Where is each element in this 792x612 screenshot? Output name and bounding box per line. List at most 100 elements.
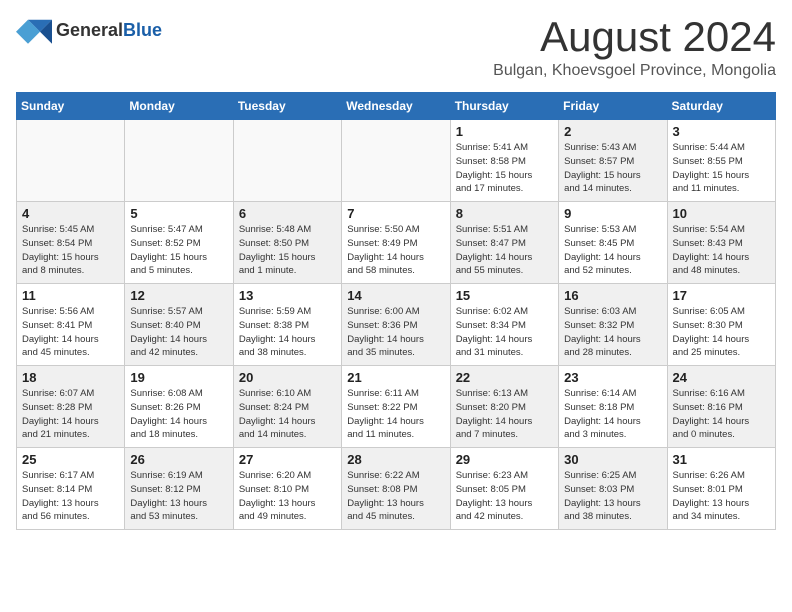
day-info: Sunrise: 6:23 AM Sunset: 8:05 PM Dayligh… <box>456 469 553 524</box>
day-info: Sunrise: 6:22 AM Sunset: 8:08 PM Dayligh… <box>347 469 444 524</box>
logo-text-general: General <box>56 20 123 41</box>
weekday-header-cell: Monday <box>125 93 233 120</box>
day-info: Sunrise: 5:51 AM Sunset: 8:47 PM Dayligh… <box>456 223 553 278</box>
calendar-day-cell: 29 Sunrise: 6:23 AM Sunset: 8:05 PM Dayli… <box>450 448 558 530</box>
calendar-day-cell: 4Sunrise: 5:45 AM Sunset: 8:54 PM Daylig… <box>17 202 125 284</box>
day-number: 31 <box>673 452 770 467</box>
calendar-day-cell: 1 Sunrise: 5:41 AM Sunset: 8:58 PM Daylig… <box>450 120 558 202</box>
calendar-day-cell: 12Sunrise: 5:57 AM Sunset: 8:40 PM Dayli… <box>125 284 233 366</box>
calendar-day-cell: 22 Sunrise: 6:13 AM Sunset: 8:20 PM Dayli… <box>450 366 558 448</box>
day-info: Sunrise: 5:56 AM Sunset: 8:41 PM Dayligh… <box>22 305 119 360</box>
day-info: Sunrise: 6:16 AM Sunset: 8:16 PM Dayligh… <box>673 387 770 442</box>
day-info: Sunrise: 5:48 AM Sunset: 8:50 PM Dayligh… <box>239 223 336 278</box>
day-number: 28 <box>347 452 444 467</box>
logo: General Blue <box>16 16 162 44</box>
day-info: Sunrise: 6:26 AM Sunset: 8:01 PM Dayligh… <box>673 469 770 524</box>
day-info: Sunrise: 6:02 AM Sunset: 8:34 PM Dayligh… <box>456 305 553 360</box>
day-info: Sunrise: 6:14 AM Sunset: 8:18 PM Dayligh… <box>564 387 661 442</box>
calendar-day-cell: 21 Sunrise: 6:11 AM Sunset: 8:22 PM Dayli… <box>342 366 450 448</box>
day-info: Sunrise: 6:03 AM Sunset: 8:32 PM Dayligh… <box>564 305 661 360</box>
weekday-header-cell: Friday <box>559 93 667 120</box>
day-number: 11 <box>22 288 119 303</box>
calendar-day-cell: 9Sunrise: 5:53 AM Sunset: 8:45 PM Daylig… <box>559 202 667 284</box>
weekday-header-cell: Thursday <box>450 93 558 120</box>
day-number: 17 <box>673 288 770 303</box>
day-number: 27 <box>239 452 336 467</box>
location-subtitle: Bulgan, Khoevsgoel Province, Mongolia <box>493 62 776 80</box>
title-area: August 2024 Bulgan, Khoevsgoel Province,… <box>493 16 776 80</box>
calendar-day-cell: 31 Sunrise: 6:26 AM Sunset: 8:01 PM Dayli… <box>667 448 775 530</box>
day-info: Sunrise: 6:05 AM Sunset: 8:30 PM Dayligh… <box>673 305 770 360</box>
day-number: 8 <box>456 206 553 221</box>
weekday-header-cell: Tuesday <box>233 93 341 120</box>
day-number: 24 <box>673 370 770 385</box>
month-year-title: August 2024 <box>493 16 776 58</box>
weekday-header-row: SundayMondayTuesdayWednesdayThursdayFrid… <box>17 93 776 120</box>
calendar-day-cell: 17 Sunrise: 6:05 AM Sunset: 8:30 PM Dayli… <box>667 284 775 366</box>
day-info: Sunrise: 6:11 AM Sunset: 8:22 PM Dayligh… <box>347 387 444 442</box>
calendar-week-row: 25 Sunrise: 6:17 AM Sunset: 8:14 PM Dayli… <box>17 448 776 530</box>
day-number: 3 <box>673 124 770 139</box>
calendar-week-row: 4Sunrise: 5:45 AM Sunset: 8:54 PM Daylig… <box>17 202 776 284</box>
day-number: 19 <box>130 370 227 385</box>
day-info: Sunrise: 6:17 AM Sunset: 8:14 PM Dayligh… <box>22 469 119 524</box>
calendar-day-cell: 19 Sunrise: 6:08 AM Sunset: 8:26 PM Dayli… <box>125 366 233 448</box>
calendar-day-cell: 24 Sunrise: 6:16 AM Sunset: 8:16 PM Dayli… <box>667 366 775 448</box>
calendar-week-row: 1 Sunrise: 5:41 AM Sunset: 8:58 PM Daylig… <box>17 120 776 202</box>
day-info: Sunrise: 5:45 AM Sunset: 8:54 PM Dayligh… <box>22 223 119 278</box>
day-number: 10 <box>673 206 770 221</box>
calendar-week-row: 18Sunrise: 6:07 AM Sunset: 8:28 PM Dayli… <box>17 366 776 448</box>
day-number: 29 <box>456 452 553 467</box>
calendar-body: 1 Sunrise: 5:41 AM Sunset: 8:58 PM Daylig… <box>17 120 776 530</box>
weekday-header-cell: Sunday <box>17 93 125 120</box>
calendar-day-cell: 30 Sunrise: 6:25 AM Sunset: 8:03 PM Dayli… <box>559 448 667 530</box>
calendar-day-cell: 7Sunrise: 5:50 AM Sunset: 8:49 PM Daylig… <box>342 202 450 284</box>
day-number: 22 <box>456 370 553 385</box>
day-info: Sunrise: 5:59 AM Sunset: 8:38 PM Dayligh… <box>239 305 336 360</box>
day-info: Sunrise: 5:41 AM Sunset: 8:58 PM Dayligh… <box>456 141 553 196</box>
calendar-table: SundayMondayTuesdayWednesdayThursdayFrid… <box>16 92 776 530</box>
day-info: Sunrise: 6:13 AM Sunset: 8:20 PM Dayligh… <box>456 387 553 442</box>
day-number: 25 <box>22 452 119 467</box>
day-info: Sunrise: 5:53 AM Sunset: 8:45 PM Dayligh… <box>564 223 661 278</box>
calendar-day-cell: 14Sunrise: 6:00 AM Sunset: 8:36 PM Dayli… <box>342 284 450 366</box>
calendar-day-cell: 18Sunrise: 6:07 AM Sunset: 8:28 PM Dayli… <box>17 366 125 448</box>
day-number: 13 <box>239 288 336 303</box>
calendar-day-cell: 10Sunrise: 5:54 AM Sunset: 8:43 PM Dayli… <box>667 202 775 284</box>
day-info: Sunrise: 6:20 AM Sunset: 8:10 PM Dayligh… <box>239 469 336 524</box>
day-info: Sunrise: 5:57 AM Sunset: 8:40 PM Dayligh… <box>130 305 227 360</box>
calendar-day-cell: 13 Sunrise: 5:59 AM Sunset: 8:38 PM Dayli… <box>233 284 341 366</box>
calendar-day-cell: 25 Sunrise: 6:17 AM Sunset: 8:14 PM Dayli… <box>17 448 125 530</box>
day-number: 20 <box>239 370 336 385</box>
day-number: 26 <box>130 452 227 467</box>
day-number: 30 <box>564 452 661 467</box>
calendar-day-cell: 28 Sunrise: 6:22 AM Sunset: 8:08 PM Dayli… <box>342 448 450 530</box>
day-info: Sunrise: 5:50 AM Sunset: 8:49 PM Dayligh… <box>347 223 444 278</box>
calendar-day-cell: 27 Sunrise: 6:20 AM Sunset: 8:10 PM Dayli… <box>233 448 341 530</box>
logo-icon <box>16 16 52 44</box>
day-info: Sunrise: 5:43 AM Sunset: 8:57 PM Dayligh… <box>564 141 661 196</box>
calendar-day-cell: 26Sunrise: 6:19 AM Sunset: 8:12 PM Dayli… <box>125 448 233 530</box>
day-number: 1 <box>456 124 553 139</box>
day-info: Sunrise: 6:07 AM Sunset: 8:28 PM Dayligh… <box>22 387 119 442</box>
calendar-day-cell: 23 Sunrise: 6:14 AM Sunset: 8:18 PM Dayli… <box>559 366 667 448</box>
calendar-day-cell: 15 Sunrise: 6:02 AM Sunset: 8:34 PM Dayli… <box>450 284 558 366</box>
day-info: Sunrise: 5:47 AM Sunset: 8:52 PM Dayligh… <box>130 223 227 278</box>
day-number: 15 <box>456 288 553 303</box>
day-info: Sunrise: 6:25 AM Sunset: 8:03 PM Dayligh… <box>564 469 661 524</box>
day-info: Sunrise: 5:44 AM Sunset: 8:55 PM Dayligh… <box>673 141 770 196</box>
calendar-day-cell <box>125 120 233 202</box>
calendar-day-cell: 6Sunrise: 5:48 AM Sunset: 8:50 PM Daylig… <box>233 202 341 284</box>
day-info: Sunrise: 6:00 AM Sunset: 8:36 PM Dayligh… <box>347 305 444 360</box>
calendar-day-cell: 3 Sunrise: 5:44 AM Sunset: 8:55 PM Daylig… <box>667 120 775 202</box>
weekday-header-cell: Saturday <box>667 93 775 120</box>
logo-text-blue: Blue <box>123 20 162 41</box>
calendar-day-cell <box>17 120 125 202</box>
calendar-day-cell <box>233 120 341 202</box>
header: General Blue August 2024 Bulgan, Khoevsg… <box>16 16 776 80</box>
day-info: Sunrise: 6:08 AM Sunset: 8:26 PM Dayligh… <box>130 387 227 442</box>
day-number: 21 <box>347 370 444 385</box>
weekday-header-cell: Wednesday <box>342 93 450 120</box>
day-number: 23 <box>564 370 661 385</box>
calendar-day-cell: 8 Sunrise: 5:51 AM Sunset: 8:47 PM Daylig… <box>450 202 558 284</box>
